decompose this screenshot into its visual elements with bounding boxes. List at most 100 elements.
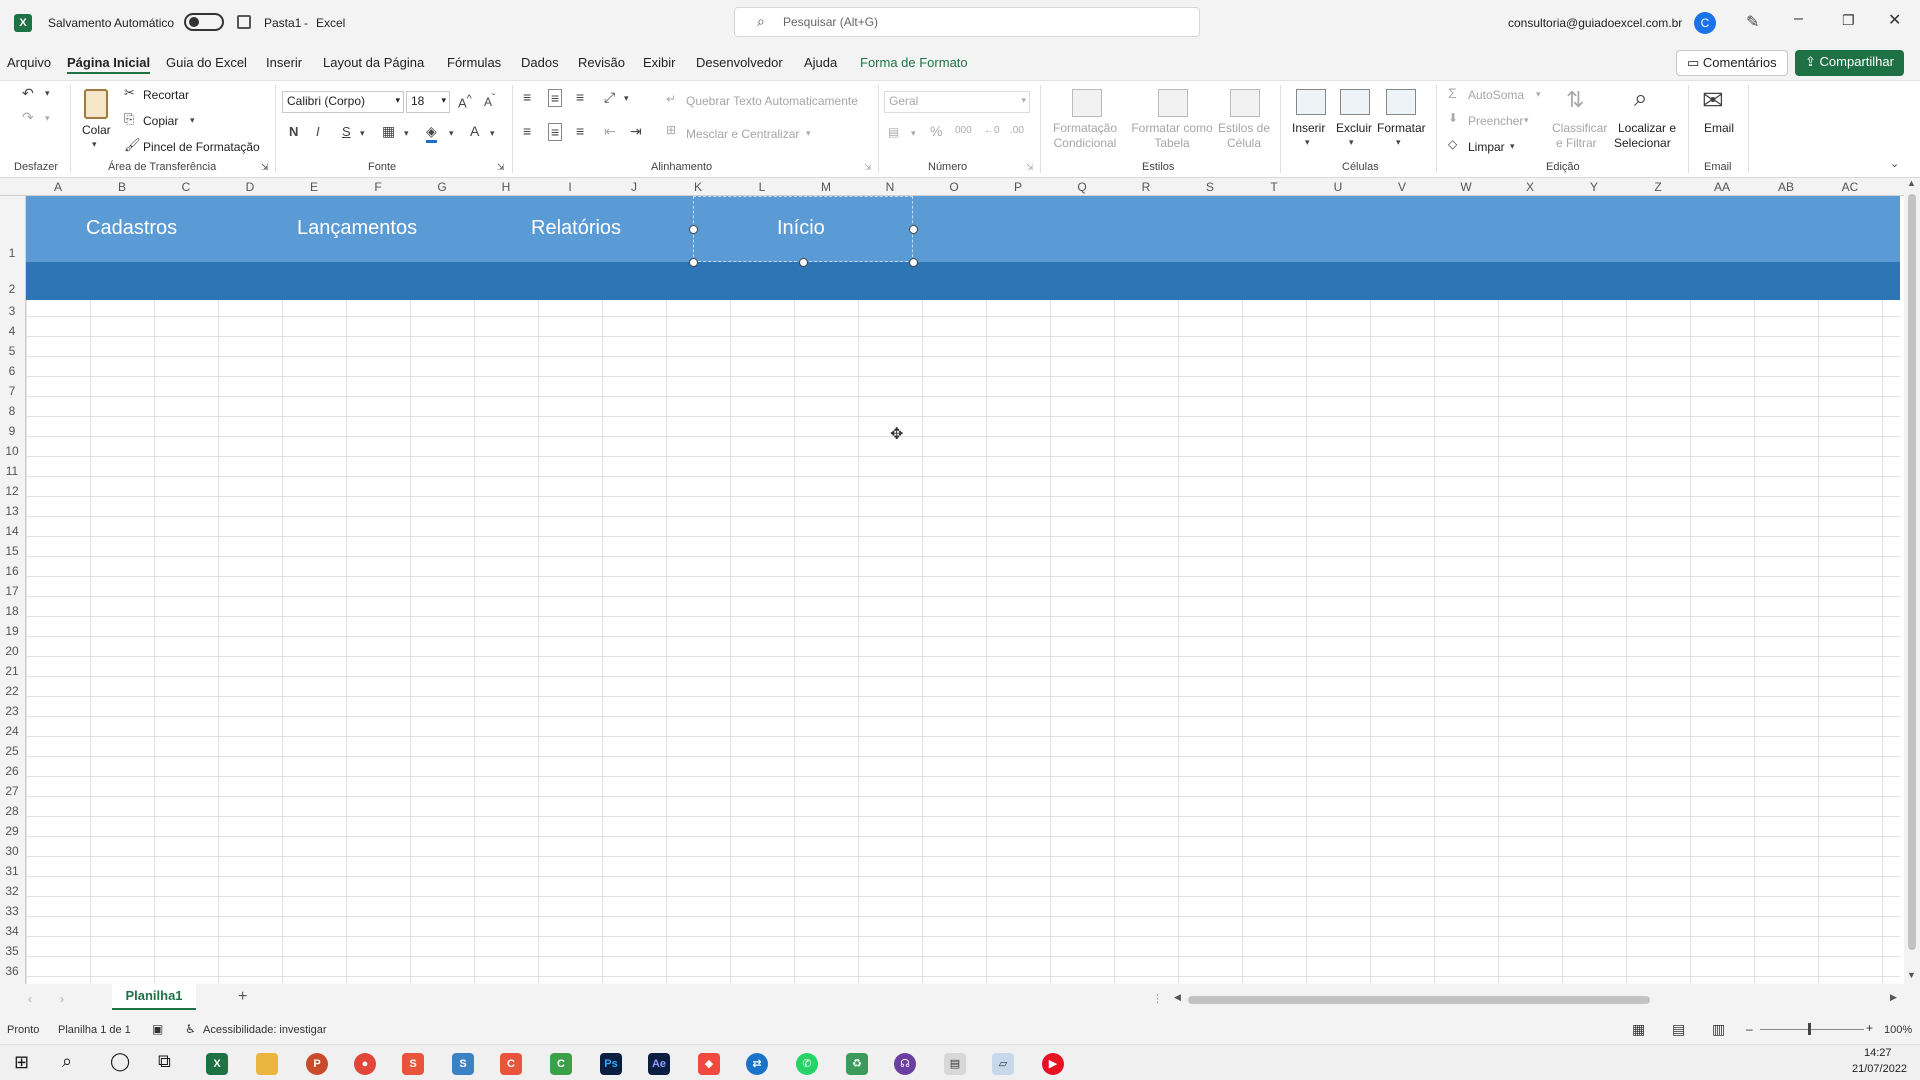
increase-indent-icon[interactable]: ⇥	[630, 123, 642, 140]
column-header[interactable]: V	[1370, 180, 1434, 194]
horizontal-scroll-thumb[interactable]	[1188, 996, 1650, 1004]
underline-dropdown-icon[interactable]: ▾	[360, 128, 365, 139]
shrink-font-icon[interactable]: Aˇ	[484, 93, 495, 109]
cadastros-button[interactable]: Cadastros	[86, 217, 177, 240]
row-header[interactable]: 13	[0, 504, 24, 518]
fill-dropdown-icon[interactable]: ▾	[1524, 115, 1529, 126]
resize-handle[interactable]	[799, 258, 808, 267]
row-header[interactable]: 11	[0, 464, 24, 478]
excel-taskbar-icon[interactable]: X	[206, 1053, 228, 1075]
page-layout-view-icon[interactable]: ▤	[1672, 1021, 1685, 1038]
paste-button[interactable]: Colar	[82, 123, 111, 137]
borders-dropdown-icon[interactable]: ▾	[404, 128, 409, 139]
close-icon[interactable]: ✕	[1888, 10, 1901, 30]
row-header[interactable]: 22	[0, 684, 24, 698]
accounting-dropdown-icon[interactable]: ▾	[911, 128, 916, 139]
column-header[interactable]: AA	[1690, 180, 1754, 194]
scroll-right-icon[interactable]: ▶	[1890, 992, 1897, 1003]
autosum-button[interactable]: AutoSoma	[1468, 88, 1524, 102]
taskbar-time[interactable]: 14:27	[1864, 1047, 1892, 1059]
paste-dropdown-icon[interactable]: ▾	[92, 139, 97, 150]
fill-button[interactable]: Preencher	[1468, 114, 1523, 128]
column-header[interactable]: G	[410, 180, 474, 194]
tab-ajuda[interactable]: Ajuda	[804, 55, 837, 70]
tab-layout[interactable]: Layout da Página	[323, 55, 424, 70]
column-header[interactable]: Y	[1562, 180, 1626, 194]
normal-view-icon[interactable]: ▦	[1632, 1021, 1645, 1038]
copy-icon[interactable]: ⎘	[124, 111, 134, 127]
app-c-green-icon[interactable]: C	[550, 1053, 572, 1075]
avatar[interactable]: C	[1694, 12, 1716, 34]
windows-start-icon[interactable]: ⊞	[14, 1052, 29, 1073]
tab-revisao[interactable]: Revisão	[578, 55, 625, 70]
italic-button[interactable]: I	[316, 124, 320, 139]
column-header[interactable]: J	[602, 180, 666, 194]
column-header[interactable]: C	[154, 180, 218, 194]
column-header[interactable]: R	[1114, 180, 1178, 194]
column-header[interactable]: O	[922, 180, 986, 194]
format-table-label-1[interactable]: Formatar como	[1128, 121, 1216, 135]
column-header[interactable]: L	[730, 180, 794, 194]
paste-icon[interactable]	[84, 89, 108, 119]
font-launcher-icon[interactable]: ⇲	[497, 162, 505, 173]
pen-icon[interactable]: ✎	[1746, 12, 1759, 32]
font-color-dropdown-icon[interactable]: ▾	[490, 128, 495, 139]
column-header[interactable]: E	[282, 180, 346, 194]
insert-cells-icon[interactable]	[1296, 89, 1326, 115]
row-header[interactable]: 35	[0, 944, 24, 958]
eraser-icon[interactable]: ◇	[1448, 137, 1457, 151]
anydesk-icon[interactable]: ◆	[698, 1053, 720, 1075]
chrome-icon[interactable]: ●	[354, 1053, 376, 1075]
column-header[interactable]: N	[858, 180, 922, 194]
cortana-icon[interactable]: ◯	[110, 1051, 130, 1072]
orientation-icon[interactable]: ⤢	[604, 89, 615, 106]
fill-color-icon[interactable]: ◈	[426, 123, 437, 143]
photoshop-icon[interactable]: Ps	[600, 1053, 622, 1075]
row-header[interactable]: 33	[0, 904, 24, 918]
clear-dropdown-icon[interactable]: ▾	[1510, 141, 1515, 152]
decrease-decimal-icon[interactable]: .00	[1010, 125, 1024, 136]
accounting-icon[interactable]: ▤	[888, 125, 899, 139]
tab-desenvolvedor[interactable]: Desenvolvedor	[696, 55, 783, 70]
column-header[interactable]: M	[794, 180, 858, 194]
zoom-level[interactable]: 100%	[1884, 1024, 1912, 1036]
tab-dados[interactable]: Dados	[521, 55, 559, 70]
row-header[interactable]: 4	[0, 324, 24, 338]
sort-filter-label-1[interactable]: Classificar	[1552, 121, 1607, 135]
cell-grid[interactable]	[26, 196, 1900, 984]
wrap-text-button[interactable]: Quebrar Texto Automaticamente	[686, 94, 858, 108]
row-header[interactable]: 26	[0, 764, 24, 778]
row-header[interactable]: 36	[0, 964, 24, 978]
row-header[interactable]: 5	[0, 344, 24, 358]
vertical-scrollbar[interactable]: ▲ ▼	[1904, 178, 1920, 984]
inicio-button[interactable]: Início	[777, 217, 825, 240]
row-header[interactable]: 9	[0, 424, 24, 438]
sort-filter-label-2[interactable]: e Filtrar	[1556, 136, 1597, 150]
headset-icon[interactable]: ☊	[894, 1053, 916, 1075]
format-cells-icon[interactable]	[1386, 89, 1416, 115]
status-accessibility[interactable]: Acessibilidade: investigar	[203, 1024, 327, 1036]
zoom-slider[interactable]	[1760, 1029, 1864, 1030]
column-header[interactable]: B	[90, 180, 154, 194]
row-header[interactable]: 15	[0, 544, 24, 558]
find-select-icon[interactable]: ⌕	[1634, 85, 1647, 113]
undo-icon[interactable]: ↶	[22, 85, 34, 102]
row-header[interactable]: 19	[0, 624, 24, 638]
resize-handle[interactable]	[909, 225, 918, 234]
taskbar-date[interactable]: 21/07/2022	[1852, 1063, 1907, 1075]
column-header[interactable]: F	[346, 180, 410, 194]
font-size-select[interactable]: 18 ▾	[406, 91, 450, 113]
search-icon[interactable]: ⌕	[62, 1051, 72, 1072]
redo-icon[interactable]: ↷	[22, 109, 34, 126]
column-header[interactable]: T	[1242, 180, 1306, 194]
paper-app-icon[interactable]: ▱	[992, 1053, 1014, 1075]
row-header[interactable]: 8	[0, 404, 24, 418]
number-launcher-icon[interactable]: ⇲	[1026, 162, 1034, 173]
format-painter-button[interactable]: Pincel de Formatação	[143, 140, 260, 154]
minimize-icon[interactable]: –	[1794, 10, 1803, 28]
tab-pagina-inicial[interactable]: Página Inicial	[67, 55, 151, 74]
powerpoint-icon[interactable]: P	[306, 1053, 328, 1075]
orientation-dropdown-icon[interactable]: ▾	[624, 93, 629, 104]
increase-decimal-icon[interactable]: ←0	[984, 125, 1000, 136]
column-header[interactable]: P	[986, 180, 1050, 194]
